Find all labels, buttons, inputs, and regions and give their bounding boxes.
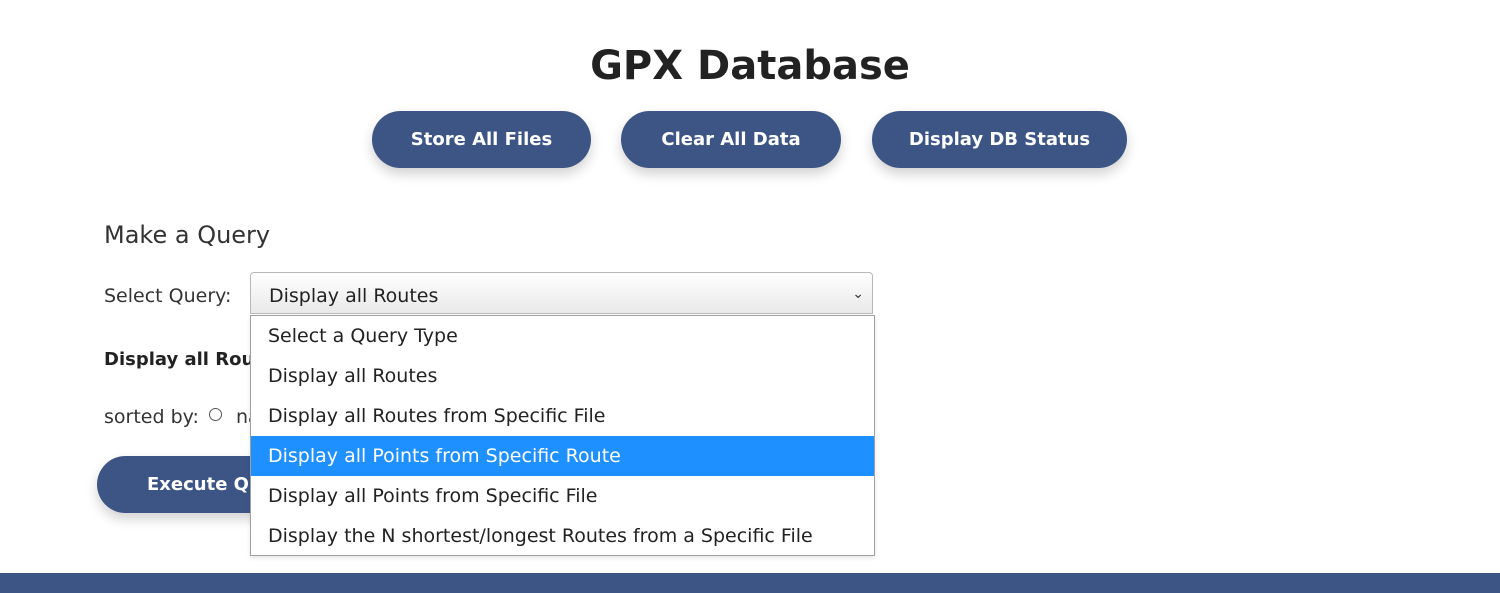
clear-all-data-button[interactable]: Clear All Data: [621, 111, 841, 168]
section-title: Make a Query: [104, 221, 271, 249]
chevron-down-icon: ⌄: [852, 286, 864, 302]
display-db-status-button[interactable]: Display DB Status: [872, 111, 1127, 168]
sorted-by-label: sorted by:: [104, 406, 199, 428]
dropdown-option[interactable]: Display all Routes: [251, 356, 874, 396]
store-all-files-button[interactable]: Store All Files: [372, 111, 591, 168]
page: GPX Database Store All Files Clear All D…: [0, 0, 1500, 593]
query-dropdown-list: Select a Query Type Display all Routes D…: [250, 315, 875, 556]
query-select[interactable]: Display all Routes ⌄: [250, 272, 873, 314]
dropdown-option[interactable]: Select a Query Type: [251, 316, 874, 356]
dropdown-option[interactable]: Display all Routes from Specific File: [251, 396, 874, 436]
query-select-value: Display all Routes: [269, 285, 439, 307]
select-query-label: Select Query:: [104, 285, 232, 307]
dropdown-option[interactable]: Display all Points from Specific File: [251, 476, 874, 516]
page-title: GPX Database: [590, 43, 910, 89]
footer-bar: [0, 573, 1500, 593]
dropdown-option[interactable]: Display the N shortest/longest Routes fr…: [251, 516, 874, 556]
dropdown-option-highlighted[interactable]: Display all Points from Specific Route: [251, 436, 874, 476]
sort-radio-name[interactable]: [209, 408, 222, 421]
